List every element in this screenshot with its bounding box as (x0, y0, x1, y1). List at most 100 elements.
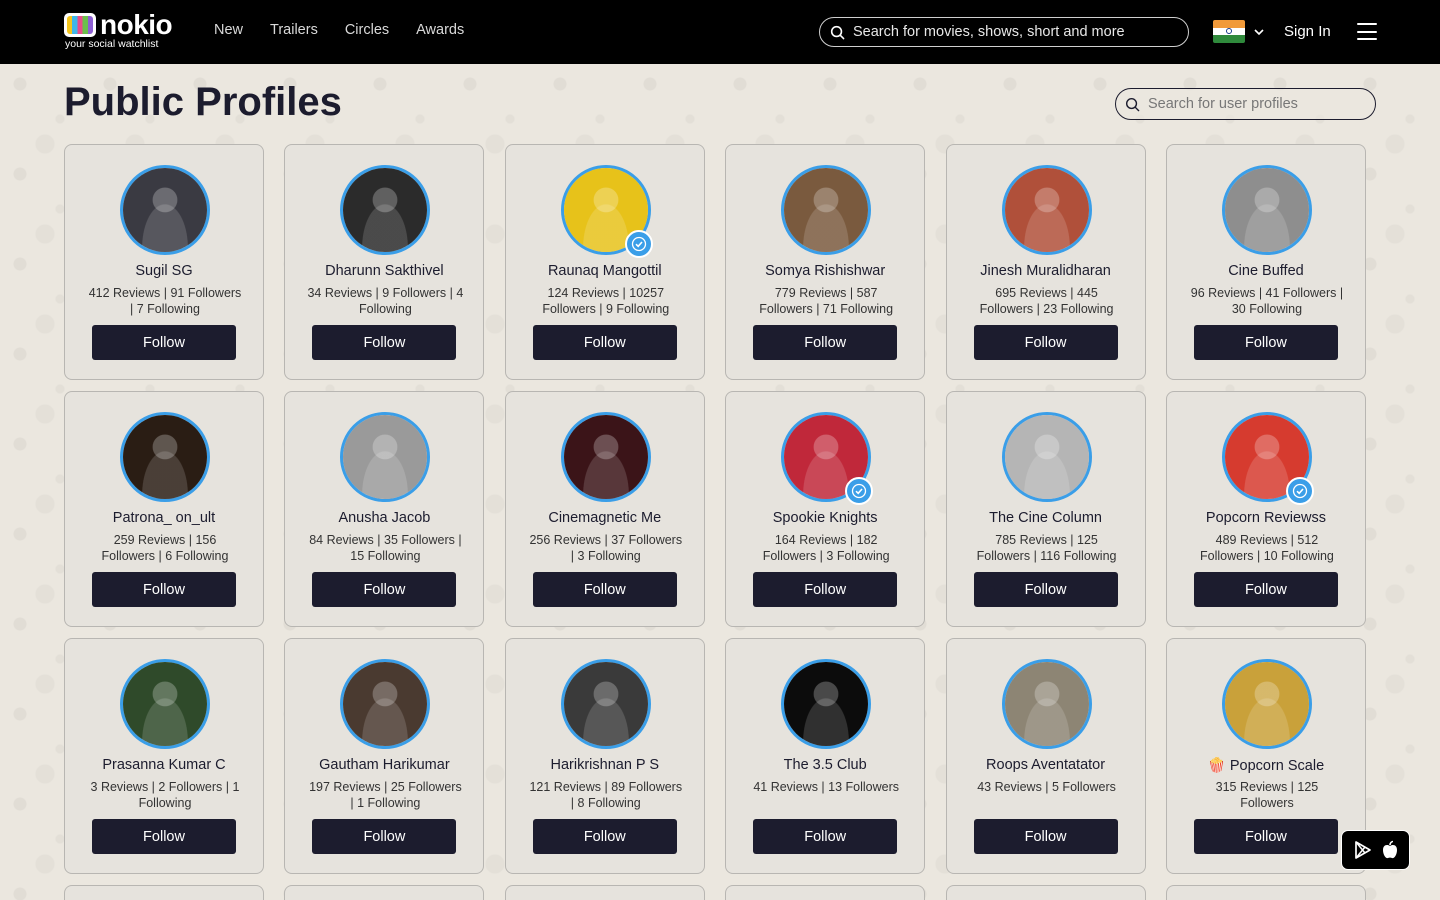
profile-name[interactable]: Somya Rishishwar (726, 263, 924, 279)
profile-stats: 41 Reviews | 13 Followers (753, 780, 899, 794)
profile-card[interactable] (1165, 885, 1366, 900)
follow-button[interactable]: Follow (973, 819, 1118, 854)
profile-name[interactable]: Patrona_ on_ult (65, 510, 263, 526)
avatar[interactable] (781, 412, 874, 505)
profile-card[interactable] (64, 885, 264, 900)
nokio-logo[interactable]: nokio your social watchlist (64, 9, 176, 52)
avatar[interactable] (1001, 659, 1092, 749)
nav-trailers[interactable]: Trailers (270, 22, 318, 38)
avatar[interactable] (120, 412, 210, 502)
profile-card[interactable]: Raunaq Mangottil 124 Reviews | 10257 Foll… (504, 144, 705, 380)
profile-card[interactable]: The Cine Column 785 Reviews | 125 Followe… (945, 391, 1146, 627)
follow-button[interactable]: Follow (973, 325, 1118, 360)
profile-card[interactable]: Cine Buffed 96 Reviews | 41 Followers | 3… (1165, 144, 1366, 380)
profile-card[interactable]: 🍿 Popcorn Scale 315 Reviews | 125 Followe… (1165, 638, 1366, 874)
profile-card[interactable]: Anusha Jacob 84 Reviews | 35 Followers | … (284, 391, 485, 627)
profile-name[interactable]: Cine Buffed (1167, 263, 1365, 279)
avatar[interactable] (560, 165, 653, 258)
follow-button[interactable]: Follow (312, 325, 457, 360)
follow-button[interactable]: Follow (532, 572, 677, 607)
profile-stats: 121 Reviews | 89 Followers | 8 Following (529, 780, 683, 810)
avatar[interactable] (1221, 412, 1314, 505)
profile-card[interactable]: Prasanna Kumar C 3 Reviews | 2 Followers … (64, 638, 264, 874)
profile-stats: 197 Reviews | 25 Followers | 1 Following (309, 780, 462, 810)
avatar-image (120, 412, 210, 502)
verified-badge-icon (624, 230, 653, 258)
follow-button[interactable]: Follow (973, 572, 1118, 607)
profile-card[interactable]: Patrona_ on_ult 259 Reviews | 156 Followe… (64, 391, 264, 627)
app-store-badge[interactable] (1341, 830, 1410, 870)
avatar[interactable] (120, 659, 210, 749)
avatar[interactable] (781, 165, 872, 255)
avatar[interactable] (560, 412, 651, 502)
profile-card[interactable] (725, 885, 926, 900)
profile-card[interactable]: Somya Rishishwar 779 Reviews | 587 Follow… (725, 144, 926, 380)
follow-button[interactable]: Follow (753, 819, 898, 854)
profile-card[interactable]: Cinemagnetic Me 256 Reviews | 37 Follower… (504, 391, 705, 627)
follow-button[interactable]: Follow (312, 572, 457, 607)
follow-button[interactable]: Follow (92, 325, 236, 360)
nav-circles[interactable]: Circles (345, 22, 389, 38)
follow-button[interactable]: Follow (532, 819, 677, 854)
follow-button[interactable]: Follow (1193, 572, 1338, 607)
avatar[interactable] (1001, 165, 1092, 255)
profile-name[interactable]: Cinemagnetic Me (506, 510, 704, 526)
avatar[interactable] (1221, 659, 1312, 749)
avatar[interactable] (340, 412, 431, 502)
avatar[interactable] (120, 165, 210, 255)
profile-name[interactable]: Jinesh Muralidharan (947, 263, 1145, 279)
profile-card[interactable]: The 3.5 Club 41 Reviews | 13 Followers Fol… (725, 638, 926, 874)
global-search-input[interactable] (853, 24, 1173, 40)
profile-name[interactable]: The Cine Column (947, 510, 1145, 526)
profile-name[interactable]: Roops Aventatator (947, 757, 1145, 773)
follow-button[interactable]: Follow (532, 325, 677, 360)
follow-button[interactable]: Follow (1193, 325, 1338, 360)
nav-awards[interactable]: Awards (416, 22, 464, 38)
avatar-image (340, 659, 431, 749)
profile-search-input[interactable] (1148, 96, 1368, 112)
profile-search-bar[interactable] (1115, 88, 1376, 120)
follow-button[interactable]: Follow (312, 819, 457, 854)
profile-card[interactable]: Jinesh Muralidharan 695 Reviews | 445 Fol… (945, 144, 1146, 380)
chevron-down-icon[interactable] (1253, 24, 1265, 40)
profile-name[interactable]: Gautham Harikumar (285, 757, 483, 773)
profile-card[interactable] (945, 885, 1146, 900)
profile-card[interactable]: Harikrishnan P S 121 Reviews | 89 Followe… (504, 638, 705, 874)
profile-card[interactable]: Popcorn Reviewss 489 Reviews | 512 Follow… (1165, 391, 1366, 627)
avatar[interactable] (781, 659, 872, 749)
profile-card[interactable] (284, 885, 485, 900)
sign-in-link[interactable]: Sign In (1284, 23, 1331, 40)
profile-card[interactable]: Dharunn Sakthivel 34 Reviews | 9 Follower… (284, 144, 485, 380)
profile-card[interactable]: Roops Aventatator 43 Reviews | 5 Follower… (945, 638, 1146, 874)
profile-name[interactable]: Raunaq Mangottil (506, 263, 704, 279)
nav-new[interactable]: New (214, 22, 243, 38)
avatar[interactable] (1221, 165, 1312, 255)
follow-button[interactable]: Follow (92, 819, 236, 854)
avatar-image (560, 412, 651, 502)
profile-card[interactable]: Gautham Harikumar 197 Reviews | 25 Follow… (284, 638, 485, 874)
profile-name[interactable]: Anusha Jacob (285, 510, 483, 526)
profile-name[interactable]: Prasanna Kumar C (65, 757, 263, 773)
follow-button[interactable]: Follow (1193, 819, 1338, 854)
avatar[interactable] (340, 659, 431, 749)
profile-name[interactable]: Spookie Knights (726, 510, 924, 526)
profile-name[interactable]: 🍿 Popcorn Scale (1167, 757, 1365, 774)
avatar[interactable] (560, 659, 651, 749)
india-flag-icon[interactable] (1213, 20, 1245, 43)
follow-button[interactable]: Follow (753, 325, 898, 360)
profile-name[interactable]: Sugil SG (65, 263, 263, 279)
profile-card[interactable] (504, 885, 705, 900)
avatar[interactable] (340, 165, 431, 255)
profile-name[interactable]: Dharunn Sakthivel (285, 263, 483, 279)
follow-button[interactable]: Follow (753, 572, 898, 607)
profile-card[interactable]: Sugil SG 412 Reviews | 91 Followers | 7 F… (64, 144, 264, 380)
avatar[interactable] (1001, 412, 1092, 502)
hamburger-menu-icon[interactable] (1357, 23, 1377, 40)
profile-card[interactable]: Spookie Knights 164 Reviews | 182 Followe… (725, 391, 926, 627)
avatar-image (781, 165, 872, 255)
global-search-bar[interactable] (819, 17, 1189, 47)
profile-name[interactable]: Popcorn Reviewss (1167, 510, 1365, 526)
profile-name[interactable]: Harikrishnan P S (506, 757, 704, 773)
profile-name[interactable]: The 3.5 Club (726, 757, 924, 773)
follow-button[interactable]: Follow (92, 572, 236, 607)
